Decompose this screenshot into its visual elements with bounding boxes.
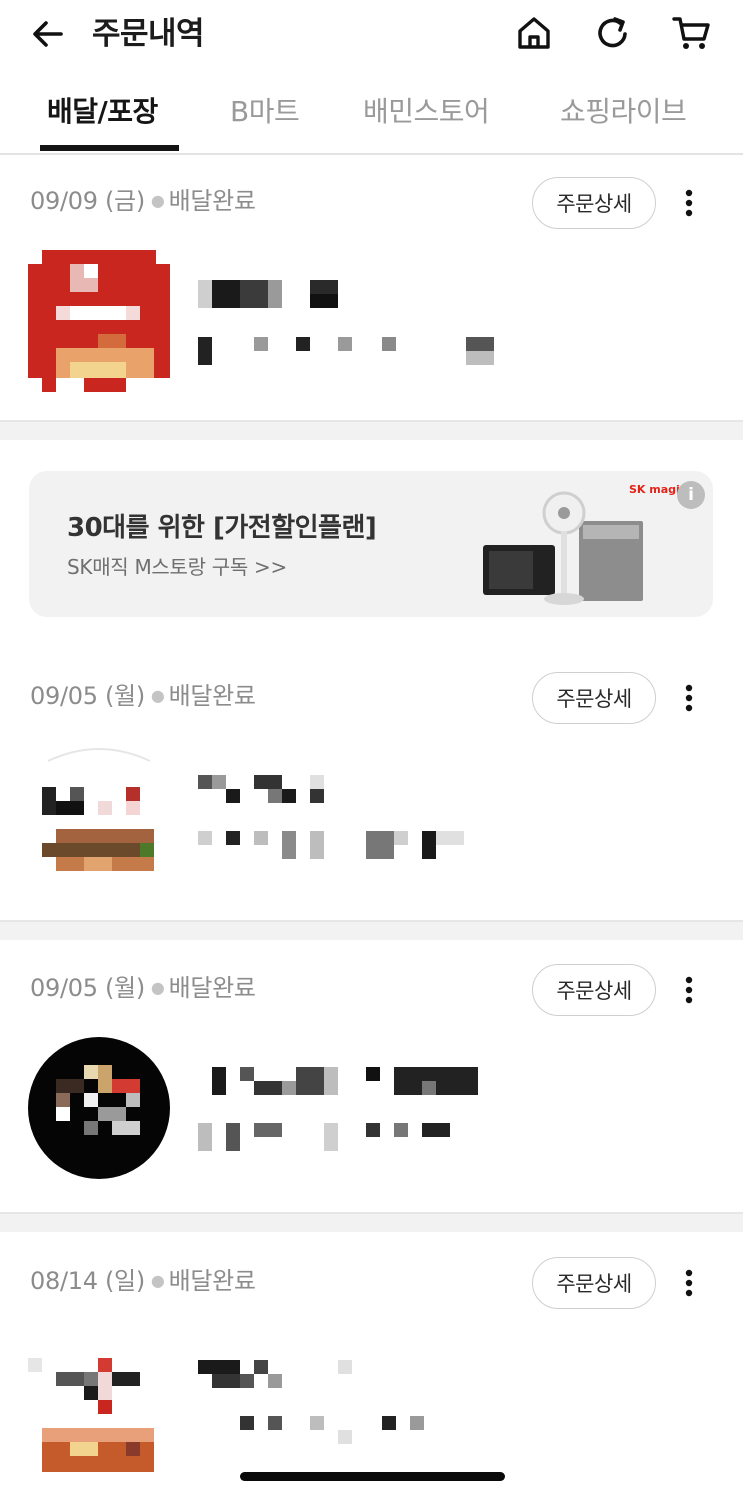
order-detail-button[interactable]: 주문상세 (532, 672, 656, 724)
refresh-icon (598, 17, 627, 48)
more-options-button[interactable] (672, 183, 706, 223)
tab-delivery[interactable]: 배달/포장 (47, 90, 158, 134)
appliance-image (483, 491, 643, 605)
separator-dot: ● (150, 686, 165, 705)
order-status: 배달완료 (168, 682, 256, 710)
order-date: 08/14 (일) (30, 1267, 145, 1295)
back-button[interactable] (26, 12, 70, 56)
refresh-button[interactable] (590, 10, 636, 56)
separator-dot: ● (150, 978, 165, 997)
more-options-button[interactable] (672, 1263, 706, 1303)
order-meta: 08/14 (일) ● 배달완료 (30, 1263, 256, 1299)
order-date: 09/05 (월) (30, 682, 145, 710)
order-date: 09/09 (금) (30, 187, 145, 215)
more-vertical-icon (685, 1269, 693, 1297)
order-date: 09/05 (월) (30, 974, 145, 1002)
app-header: 주문내역 (0, 0, 743, 70)
cart-button[interactable] (669, 10, 715, 56)
tab-baemin-store[interactable]: 배민스토어 (363, 90, 490, 134)
order-card[interactable]: 08/14 (일) ● 배달완료 주문상세 (0, 1235, 743, 1499)
page-title: 주문내역 (92, 16, 205, 52)
store-thumbnail (28, 1037, 170, 1179)
order-card[interactable]: 09/05 (월) ● 배달완료 주문상세 (0, 650, 743, 920)
blurred-order-info (198, 280, 494, 365)
store-thumbnail (28, 1358, 154, 1472)
order-detail-button[interactable]: 주문상세 (532, 177, 656, 229)
order-meta: 09/05 (월) ● 배달완료 (30, 678, 256, 714)
order-status: 배달완료 (168, 974, 256, 1002)
more-options-button[interactable] (672, 678, 706, 718)
more-vertical-icon (685, 976, 693, 1004)
blurred-order-info (198, 1067, 478, 1151)
order-detail-button[interactable]: 주문상세 (532, 964, 656, 1016)
more-options-button[interactable] (672, 970, 706, 1010)
active-tab-indicator (40, 145, 179, 151)
home-button[interactable] (511, 10, 557, 56)
store-thumbnail (42, 748, 154, 871)
ad-subtitle: SK매직 M스토랑 구독 >> (67, 555, 287, 579)
tab-bmart[interactable]: B마트 (230, 90, 300, 134)
section-divider (0, 420, 743, 440)
blurred-order-info (198, 775, 464, 859)
order-meta: 09/09 (금) ● 배달완료 (30, 183, 256, 219)
store-thumbnail (28, 250, 170, 392)
order-type-tabs: 배달/포장 B마트 배민스토어 쇼핑라이브 (0, 80, 743, 155)
section-divider (0, 1212, 743, 1232)
blurred-order-info (198, 1360, 424, 1444)
back-arrow-icon (33, 21, 63, 47)
more-vertical-icon (685, 189, 693, 217)
order-status: 배달완료 (168, 187, 256, 215)
order-detail-button[interactable]: 주문상세 (532, 1257, 656, 1309)
separator-dot: ● (150, 191, 165, 210)
section-divider (0, 920, 743, 940)
ad-title: 30대를 위한 [가전할인플랜] (67, 513, 377, 543)
more-vertical-icon (685, 684, 693, 712)
order-card[interactable]: 09/05 (월) ● 배달완료 주문상세 (0, 942, 743, 1212)
order-card[interactable]: 09/09 (금) ● 배달완료 주문상세 (0, 155, 743, 420)
ad-banner[interactable]: 30대를 위한 [가전할인플랜] SK매직 M스토랑 구독 >> SK magi… (29, 471, 713, 617)
cart-icon (672, 17, 710, 49)
separator-dot: ● (150, 1271, 165, 1290)
home-indicator (240, 1472, 505, 1481)
tab-shopping-live[interactable]: 쇼핑라이브 (560, 90, 687, 134)
order-meta: 09/05 (월) ● 배달완료 (30, 970, 256, 1006)
info-icon[interactable]: i (677, 481, 705, 509)
home-icon (518, 17, 550, 49)
order-status: 배달완료 (168, 1267, 256, 1295)
